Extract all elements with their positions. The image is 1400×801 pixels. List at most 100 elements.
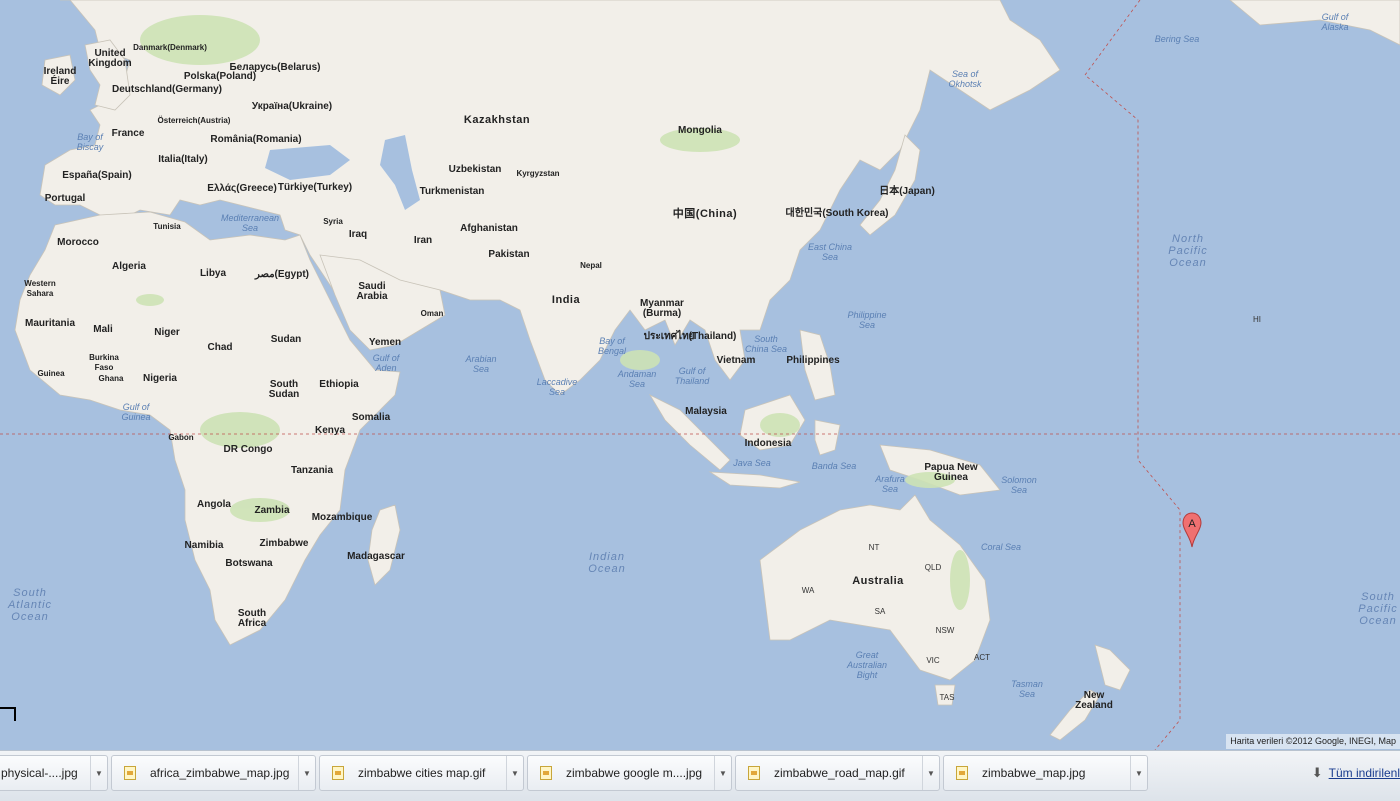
download-filename: zimbabwe_map.jpg	[982, 766, 1086, 780]
java-land	[708, 471, 801, 489]
image-file-icon	[332, 766, 344, 780]
chevron-down-icon[interactable]: ▼	[506, 756, 523, 790]
label-gulf-alaska: Gulf of Alaska	[1321, 12, 1349, 32]
label-bering-sea: Bering Sea	[1154, 34, 1200, 44]
label-dr-congo: DR Congo	[223, 444, 273, 455]
label-ireland: Ireland Éire	[43, 66, 77, 87]
label-south-atlantic: South Atlantic Ocean	[7, 587, 53, 623]
label-afghanistan: Afghanistan	[460, 223, 518, 234]
label-vietnam: Vietnam	[716, 355, 756, 366]
label-mongolia: Mongolia	[678, 125, 722, 136]
download-filename: africa_zimbabwe_map.jpg	[150, 766, 290, 780]
image-file-icon	[540, 766, 552, 780]
label-qld: QLD	[924, 563, 942, 572]
label-new-zealand: New Zealand	[1075, 690, 1113, 711]
label-uk: United Kingdom	[88, 48, 132, 69]
label-angola: Angola	[197, 499, 231, 510]
label-ethiopia: Ethiopia	[319, 379, 359, 390]
label-somalia: Somalia	[351, 412, 391, 423]
label-libya: Libya	[199, 268, 227, 279]
label-syria: Syria	[323, 217, 343, 226]
label-ukraine: Україна(Ukraine)	[251, 101, 333, 112]
chevron-down-icon[interactable]: ▼	[90, 756, 107, 790]
label-japan: 日本(Japan)	[879, 186, 935, 197]
label-sa: SA	[874, 607, 886, 616]
label-madagascar: Madagascar	[347, 551, 405, 562]
download-item[interactable]: africa_zimbabwe_map.jpg ▼	[111, 755, 316, 791]
dateline	[1084, 0, 1181, 750]
chevron-down-icon[interactable]: ▼	[1130, 756, 1147, 790]
label-nt: NT	[868, 543, 880, 552]
label-north-pacific: North Pacific Ocean	[1168, 233, 1208, 269]
label-portugal: Portugal	[44, 193, 86, 204]
label-niger: Niger	[154, 327, 180, 338]
map-attribution[interactable]: Harita verileri ©2012 Google, INEGI, Map	[1226, 734, 1400, 749]
label-kyrgyzstan: Kyrgyzstan	[516, 169, 560, 178]
chevron-down-icon[interactable]: ▼	[714, 756, 731, 790]
download-item[interactable]: zimbabwe_road_map.gif ▼	[735, 755, 940, 791]
label-pakistan: Pakistan	[488, 249, 530, 260]
label-nepal: Nepal	[580, 261, 602, 270]
label-botswana: Botswana	[225, 558, 273, 569]
label-indonesia: Indonesia	[744, 438, 792, 449]
label-vic: VIC	[926, 656, 940, 665]
nz-north-land	[1094, 644, 1131, 691]
label-malaysia: Malaysia	[685, 406, 727, 417]
label-iran: Iran	[413, 235, 433, 246]
sulawesi-land	[814, 419, 841, 456]
label-gulf-guinea: Gulf of Guinea	[121, 402, 151, 422]
chevron-down-icon[interactable]: ▼	[922, 756, 939, 790]
label-gabon: Gabon	[168, 433, 194, 442]
label-western-sahara: Western Sahara	[24, 279, 56, 298]
label-burkina-faso: Burkina Faso	[89, 353, 119, 372]
label-greece: Ελλάς(Greece)	[207, 183, 277, 194]
map-marker-a[interactable]: A	[1182, 512, 1202, 548]
label-great-australian-bight: Great Australian Bight	[846, 650, 888, 680]
download-filename: physical-....jpg	[1, 766, 78, 780]
label-arabian-sea: Arabian Sea	[465, 354, 497, 374]
label-laccadive-sea: Laccadive Sea	[536, 377, 578, 397]
downloads-bar: physical-....jpg ▼ africa_zimbabwe_map.j…	[0, 750, 1400, 801]
label-bay-bengal: Bay of Bengal	[597, 336, 627, 356]
map-pin-icon: A	[1182, 512, 1202, 548]
label-tasman-sea: Tasman Sea	[1011, 679, 1043, 699]
label-nigeria: Nigeria	[143, 373, 177, 384]
label-gulf-aden: Gulf of Aden	[372, 353, 400, 373]
label-yemen: Yemen	[368, 337, 402, 348]
label-kenya: Kenya	[314, 425, 346, 436]
label-iraq: Iraq	[348, 229, 368, 240]
label-gulf-thailand: Gulf of Thailand	[674, 366, 710, 386]
image-file-icon	[956, 766, 968, 780]
map-canvas[interactable]: Ireland Éire United Kingdom Danmark(Denma…	[0, 0, 1400, 750]
label-south-pacific: South Pacific Ocean	[1358, 591, 1398, 627]
label-south-china-sea: South China Sea	[744, 334, 788, 354]
label-germany: Deutschland(Germany)	[111, 84, 223, 95]
label-act: ACT	[974, 653, 990, 662]
chevron-down-icon[interactable]: ▼	[298, 756, 315, 790]
label-nsw: NSW	[935, 626, 955, 635]
download-item[interactable]: zimbabwe google m....jpg ▼	[527, 755, 732, 791]
label-sudan: Sudan	[270, 334, 302, 345]
label-hi: HI	[1253, 315, 1261, 324]
download-item[interactable]: physical-....jpg ▼	[0, 755, 108, 791]
label-south-africa: South Africa	[237, 608, 267, 629]
label-png: Papua New Guinea	[924, 462, 978, 483]
show-all-downloads-link[interactable]: ⬇ Tüm indirilenl	[1312, 765, 1400, 781]
label-coral-sea: Coral Sea	[980, 542, 1022, 552]
label-east-china-sea: East China Sea	[807, 242, 853, 262]
label-uzbekistan: Uzbekistan	[448, 164, 502, 175]
image-file-icon	[124, 766, 136, 780]
label-australia: Australia	[852, 575, 904, 587]
label-zambia: Zambia	[254, 505, 290, 516]
label-solomon-sea: Solomon Sea	[1001, 475, 1037, 495]
download-arrow-icon: ⬇	[1311, 765, 1323, 780]
download-item[interactable]: zimbabwe cities map.gif ▼	[319, 755, 524, 791]
label-morocco: Morocco	[57, 237, 99, 248]
label-chad: Chad	[207, 342, 233, 353]
label-mauritania: Mauritania	[24, 318, 76, 329]
download-filename: zimbabwe google m....jpg	[566, 766, 703, 780]
download-item[interactable]: zimbabwe_map.jpg ▼	[943, 755, 1148, 791]
label-egypt: مصر(Egypt)	[255, 269, 309, 280]
label-india: India	[551, 294, 581, 306]
label-mali: Mali	[93, 324, 113, 335]
